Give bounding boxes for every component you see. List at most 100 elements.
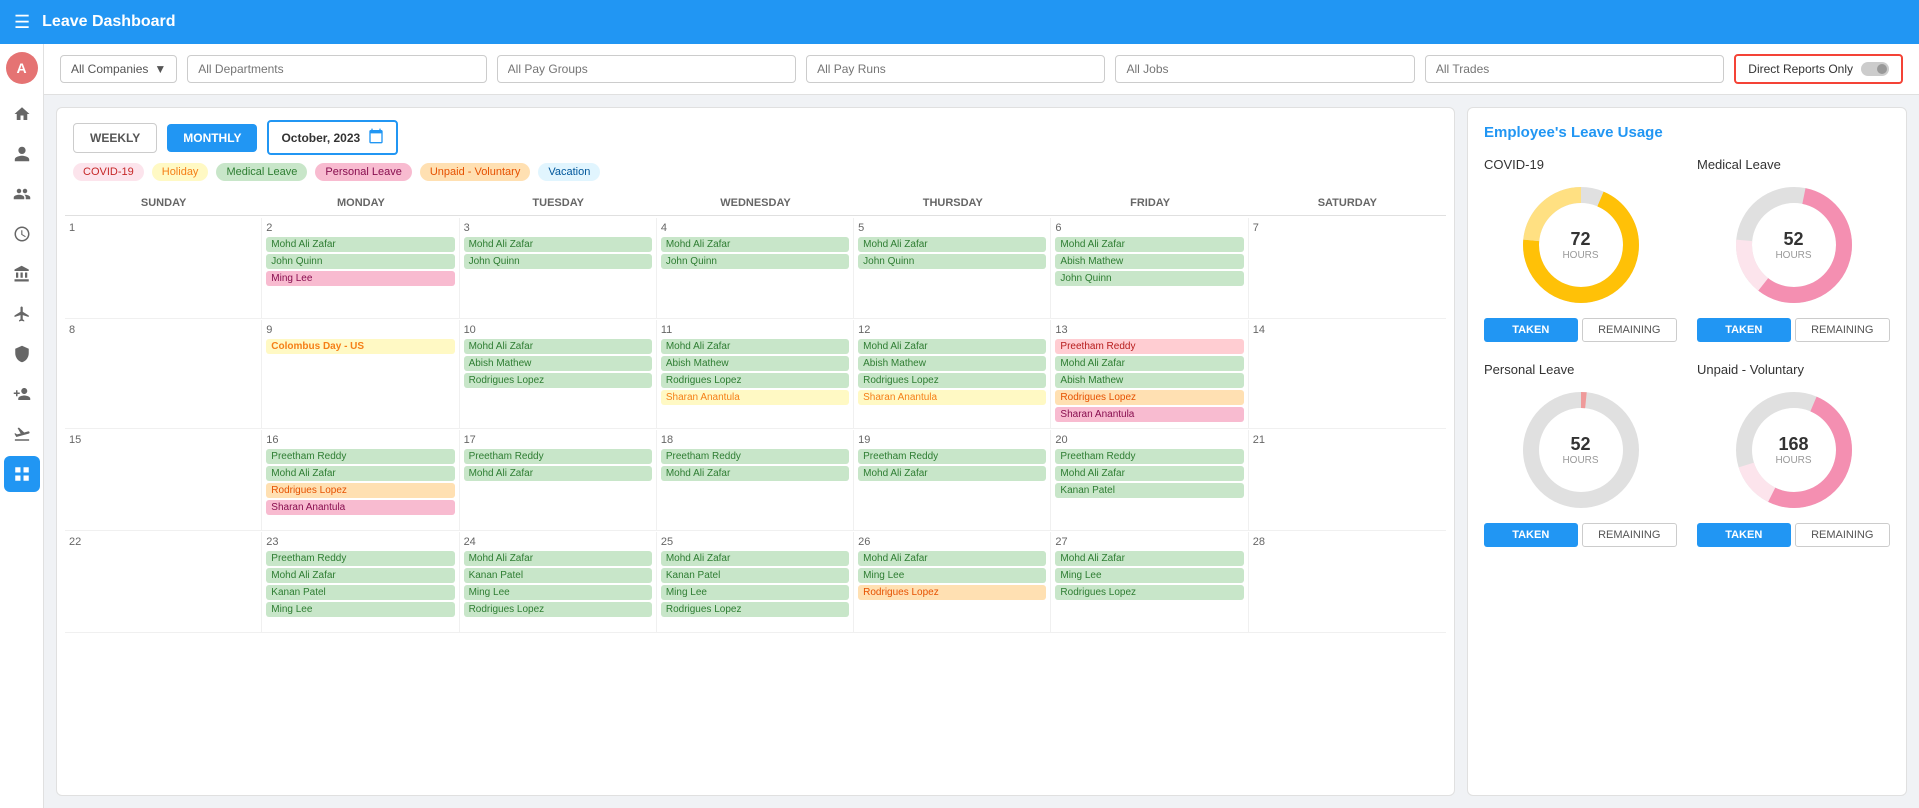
sidebar-icon-home[interactable] (4, 96, 40, 132)
cal-cell-20[interactable]: 20 Preetham Reddy Mohd Ali Zafar Kanan P… (1051, 430, 1248, 530)
legend-personal[interactable]: Personal Leave (315, 163, 411, 181)
cal-cell-8[interactable]: 8 (65, 320, 262, 428)
cal-cell-25[interactable]: 25 Mohd Ali Zafar Kanan Patel Ming Lee R… (657, 532, 854, 632)
cal-cell-18[interactable]: 18 Preetham Reddy Mohd Ali Zafar (657, 430, 854, 530)
cal-cell-26[interactable]: 26 Mohd Ali Zafar Ming Lee Rodrigues Lop… (854, 532, 1051, 632)
cal-cell-10[interactable]: 10 Mohd Ali Zafar Abish Mathew Rodrigues… (460, 320, 657, 428)
taken-button-unpaid[interactable]: TAKEN (1697, 523, 1791, 547)
event: Mohd Ali Zafar (464, 339, 652, 354)
pay-groups-filter[interactable] (497, 55, 796, 83)
event: Mohd Ali Zafar (858, 466, 1046, 481)
calendar-week-1: 1 2 Mohd Ali Zafar John Quinn Ming Lee 3… (65, 218, 1446, 319)
event: John Quinn (661, 254, 849, 269)
remaining-button-unpaid[interactable]: REMAINING (1795, 523, 1891, 547)
cal-cell-6[interactable]: 6 Mohd Ali Zafar Abish Mathew John Quinn (1051, 218, 1248, 318)
cal-cell-11[interactable]: 11 Mohd Ali Zafar Abish Mathew Rodrigues… (657, 320, 854, 428)
sidebar-icon-person-add[interactable] (4, 376, 40, 412)
avatar[interactable]: A (6, 52, 38, 84)
day-header-wed: WEDNESDAY (657, 191, 854, 215)
event: Preetham Reddy (1055, 449, 1243, 464)
chart-label-unpaid: Unpaid - Voluntary (1697, 362, 1890, 377)
cal-cell-21[interactable]: 21 (1249, 430, 1446, 530)
calendar-weeks: 1 2 Mohd Ali Zafar John Quinn Ming Lee 3… (65, 218, 1446, 633)
event: Rodrigues Lopez (858, 585, 1046, 600)
sidebar-icon-shield[interactable] (4, 336, 40, 372)
toggle-switch-icon[interactable] (1861, 62, 1889, 76)
pay-runs-filter[interactable] (806, 55, 1105, 83)
cal-cell-13[interactable]: 13 Preetham Reddy Mohd Ali Zafar Abish M… (1051, 320, 1248, 428)
chart-label-covid19: COVID-19 (1484, 157, 1677, 172)
event: Mohd Ali Zafar (464, 237, 652, 252)
cal-cell-28[interactable]: 28 (1249, 532, 1446, 632)
cal-cell-17[interactable]: 17 Preetham Reddy Mohd Ali Zafar (460, 430, 657, 530)
cal-cell-14[interactable]: 14 (1249, 320, 1446, 428)
chart-buttons-medical: TAKEN REMAINING (1697, 318, 1890, 342)
remaining-button-personal[interactable]: REMAINING (1582, 523, 1678, 547)
day-header-mon: MONDAY (262, 191, 459, 215)
companies-filter[interactable]: All Companies ▼ (60, 55, 177, 83)
cal-cell-15[interactable]: 15 (65, 430, 262, 530)
event: Mohd Ali Zafar (661, 339, 849, 354)
legend-holiday[interactable]: Holiday (152, 163, 209, 181)
legend-covid19[interactable]: COVID-19 (73, 163, 144, 181)
calendar-week-2: 8 9 Colombus Day - US 10 Mohd Ali Zafar … (65, 320, 1446, 429)
event: Sharan Anantula (266, 500, 454, 515)
departments-filter[interactable] (187, 55, 486, 83)
cal-cell-27[interactable]: 27 Mohd Ali Zafar Ming Lee Rodrigues Lop… (1051, 532, 1248, 632)
remaining-button-medical[interactable]: REMAINING (1795, 318, 1891, 342)
hamburger-icon[interactable]: ☰ (14, 12, 30, 33)
event: Rodrigues Lopez (464, 602, 652, 617)
sidebar-icon-grid[interactable] (4, 456, 40, 492)
legend-unpaid[interactable]: Unpaid - Voluntary (420, 163, 531, 181)
calendar-week-4: 22 23 Preetham Reddy Mohd Ali Zafar Kana… (65, 532, 1446, 633)
cal-cell-19[interactable]: 19 Preetham Reddy Mohd Ali Zafar (854, 430, 1051, 530)
cal-cell-7[interactable]: 7 (1249, 218, 1446, 318)
cal-cell-1[interactable]: 1 (65, 218, 262, 318)
donut-personal: 52 HOURS (1484, 385, 1677, 515)
donut-medical: 52 HOURS (1697, 180, 1890, 310)
sidebar-icon-person[interactable] (4, 136, 40, 172)
cal-cell-4[interactable]: 4 Mohd Ali Zafar John Quinn (657, 218, 854, 318)
cal-cell-24[interactable]: 24 Mohd Ali Zafar Kanan Patel Ming Lee R… (460, 532, 657, 632)
date-picker[interactable]: October, 2023 (267, 120, 398, 155)
cal-cell-5[interactable]: 5 Mohd Ali Zafar John Quinn (854, 218, 1051, 318)
sidebar-icon-bank[interactable] (4, 256, 40, 292)
sidebar-icon-plane[interactable] (4, 296, 40, 332)
calendar-day-headers: SUNDAY MONDAY TUESDAY WEDNESDAY THURSDAY… (65, 191, 1446, 216)
cal-cell-22[interactable]: 22 (65, 532, 262, 632)
event: Colombus Day - US (266, 339, 454, 354)
jobs-filter[interactable] (1115, 55, 1414, 83)
cal-cell-23[interactable]: 23 Preetham Reddy Mohd Ali Zafar Kanan P… (262, 532, 459, 632)
sidebar-icon-clock[interactable] (4, 216, 40, 252)
trades-filter[interactable] (1425, 55, 1724, 83)
taken-button-covid19[interactable]: TAKEN (1484, 318, 1578, 342)
event: Preetham Reddy (858, 449, 1046, 464)
chart-personal: Personal Leave 52 HOURS (1484, 362, 1677, 547)
event: Mohd Ali Zafar (858, 339, 1046, 354)
remaining-button-covid19[interactable]: REMAINING (1582, 318, 1678, 342)
sidebar-icon-flight-takeoff[interactable] (4, 416, 40, 452)
event: John Quinn (1055, 271, 1243, 286)
cal-cell-3[interactable]: 3 Mohd Ali Zafar John Quinn (460, 218, 657, 318)
taken-button-medical[interactable]: TAKEN (1697, 318, 1791, 342)
chart-hours-personal: 52 (1570, 434, 1590, 455)
legend-medical[interactable]: Medical Leave (216, 163, 307, 181)
cal-cell-2[interactable]: 2 Mohd Ali Zafar John Quinn Ming Lee (262, 218, 459, 318)
weekly-button[interactable]: WEEKLY (73, 123, 157, 153)
legend-vacation[interactable]: Vacation (538, 163, 600, 181)
event: John Quinn (858, 254, 1046, 269)
sidebar-icon-people[interactable] (4, 176, 40, 212)
monthly-button[interactable]: MONTHLY (167, 124, 257, 152)
right-panel-title: Employee's Leave Usage (1484, 124, 1890, 141)
event: Rodrigues Lopez (1055, 585, 1243, 600)
event: Mohd Ali Zafar (1055, 356, 1243, 371)
chart-hours-medical: 52 (1783, 229, 1803, 250)
legend: COVID-19 Holiday Medical Leave Personal … (57, 163, 1454, 191)
taken-button-personal[interactable]: TAKEN (1484, 523, 1578, 547)
calendar-icon (368, 128, 384, 147)
direct-reports-toggle[interactable]: Direct Reports Only (1734, 54, 1903, 84)
cal-cell-16[interactable]: 16 Preetham Reddy Mohd Ali Zafar Rodrigu… (262, 430, 459, 530)
event: Rodrigues Lopez (266, 483, 454, 498)
cal-cell-12[interactable]: 12 Mohd Ali Zafar Abish Mathew Rodrigues… (854, 320, 1051, 428)
cal-cell-9[interactable]: 9 Colombus Day - US (262, 320, 459, 428)
